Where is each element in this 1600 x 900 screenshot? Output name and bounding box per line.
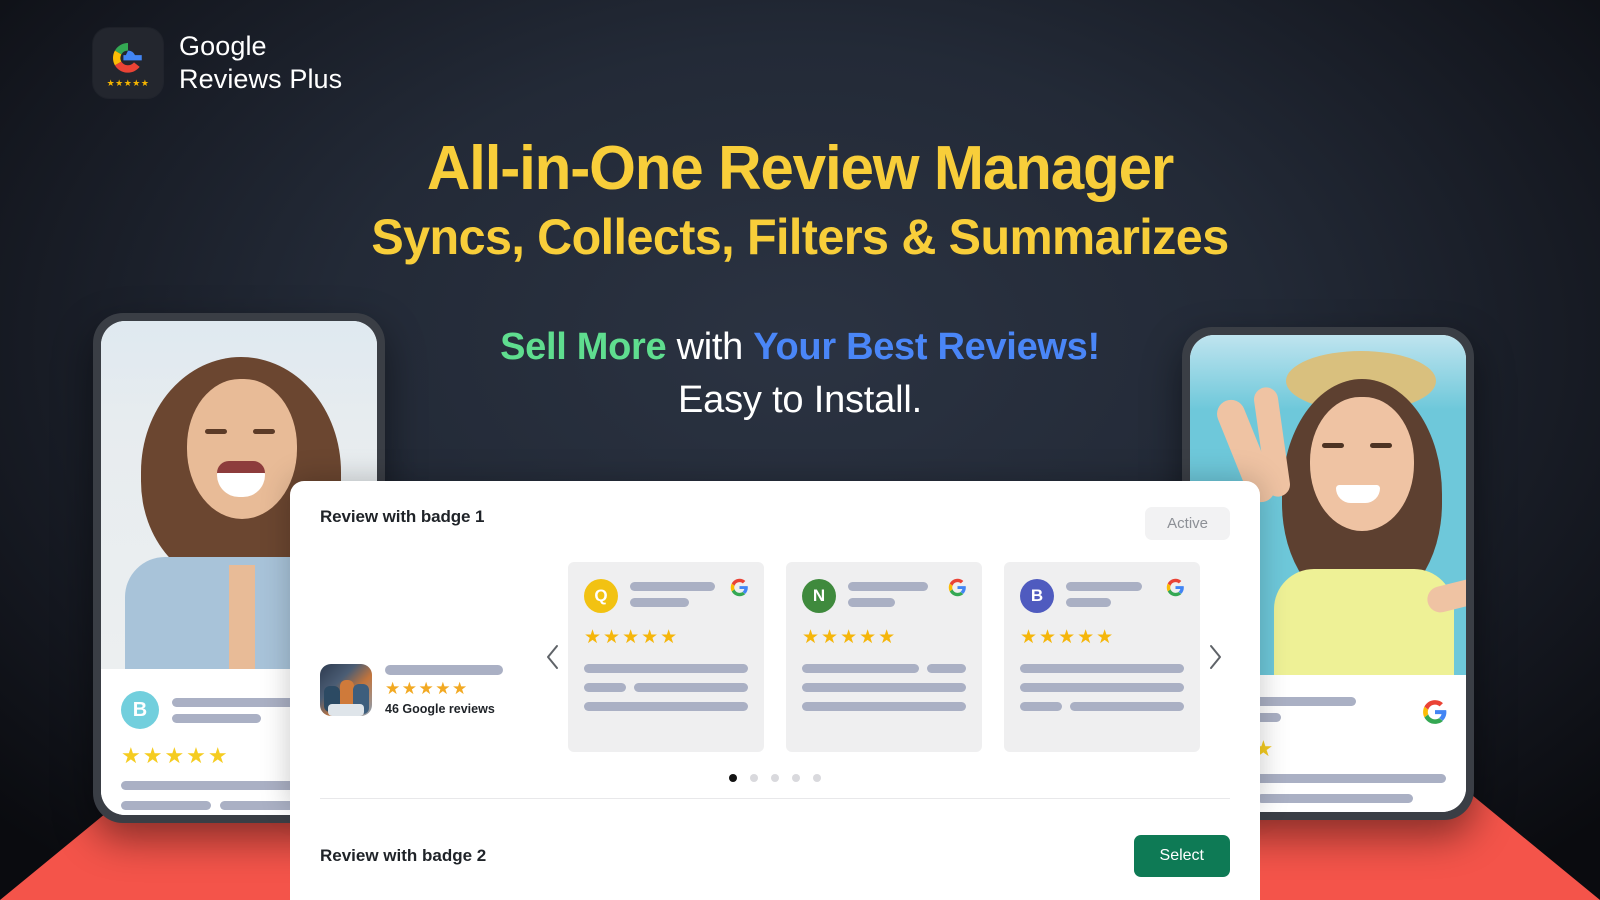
status-badge: Active	[1145, 507, 1230, 540]
headline-line2: Syncs, Collects, Filters & Summarizes	[371, 208, 1229, 265]
subheadline-line2: Easy to Install.	[678, 378, 922, 421]
review-badge-panel: Review with badge 1 Active ★★★★★ 46 Goog…	[290, 481, 1260, 811]
review-card-header: N	[802, 579, 966, 613]
row-title: Review with badge 2	[320, 845, 487, 865]
review-badge-2-row: Review with badge 2 Select	[290, 811, 1260, 900]
badge-widget: ★★★★★ 46 Google reviews	[320, 664, 538, 716]
review-card[interactable]: Q ★★★★★	[568, 562, 764, 752]
review-text-placeholder	[1020, 664, 1184, 711]
review-card-header: B	[1020, 579, 1184, 613]
google-g-icon	[1423, 700, 1447, 724]
business-photo-thumbnail	[320, 664, 372, 716]
review-card[interactable]: N ★★★★★	[786, 562, 982, 752]
headline: All-in-One Review Manager Syncs, Collect…	[0, 136, 1600, 267]
headline-line1: All-in-One Review Manager	[426, 134, 1174, 203]
badge-stars: ★★★★★	[385, 678, 469, 698]
reviewer-avatar: B	[1020, 579, 1054, 613]
carousel-dot[interactable]	[750, 774, 758, 782]
review-count-label: 46 Google reviews	[385, 701, 495, 716]
review-text-placeholder	[584, 664, 748, 711]
panel-divider	[320, 798, 1230, 799]
review-card-list: Q ★★★★★ N ★★★★★ B ★★★★★	[568, 562, 1200, 752]
subheadline-best: Your Best Reviews!	[753, 326, 1100, 368]
subheadline-line1: Sell More with Your Best Reviews!	[0, 325, 1600, 371]
reviewer-avatar: B	[121, 691, 159, 729]
carousel-pagination[interactable]	[320, 774, 1230, 782]
badge-preview: ★★★★★ 46 Google reviews	[320, 598, 538, 716]
chevron-right-icon[interactable]	[1200, 643, 1230, 671]
google-g-icon	[1166, 578, 1184, 597]
business-name-placeholder	[385, 664, 503, 675]
brand-name: Google Reviews Plus	[179, 30, 342, 96]
page-title: Review with badge 1	[320, 507, 485, 526]
subheadline-with: with	[666, 326, 754, 368]
carousel-dot[interactable]	[729, 774, 737, 782]
google-g-icon	[948, 578, 966, 597]
select-button[interactable]: Select	[1133, 834, 1230, 877]
brand-lockup: ★★★★★ Google Reviews Plus	[93, 28, 342, 98]
subheadline-sell: Sell More	[500, 326, 667, 368]
badge-info: ★★★★★ 46 Google reviews	[385, 664, 503, 716]
brand-name-line1: Google	[179, 31, 267, 62]
chevron-left-icon[interactable]	[538, 643, 568, 671]
subheadline: Sell More with Your Best Reviews! Easy t…	[0, 325, 1600, 422]
carousel-dot[interactable]	[792, 774, 800, 782]
reviewer-avatar: N	[802, 579, 836, 613]
review-card-stars: ★★★★★	[1020, 627, 1116, 648]
google-g-icon	[730, 578, 748, 597]
review-card-header: Q	[584, 579, 748, 613]
carousel-dot[interactable]	[771, 774, 779, 782]
review-text-placeholder	[802, 664, 966, 711]
promo-banner: ★★★★★ Google Reviews Plus All-in-One Rev…	[0, 0, 1600, 900]
review-card-stars: ★★★★★	[802, 627, 898, 648]
panel-header: Review with badge 1 Active	[320, 507, 1230, 540]
review-card[interactable]: B ★★★★★	[1004, 562, 1200, 752]
brand-name-line2: Reviews Plus	[179, 64, 343, 94]
reviewer-avatar: Q	[584, 579, 618, 613]
logo-stars: ★★★★★	[106, 78, 150, 88]
carousel-dot[interactable]	[813, 774, 821, 782]
google-e-logo-icon: ★★★★★	[93, 28, 163, 98]
review-card-stars: ★★★★★	[584, 627, 680, 648]
review-carousel: ★★★★★ 46 Google reviews Q ★★★★★ N ★★★★★ …	[320, 562, 1230, 752]
